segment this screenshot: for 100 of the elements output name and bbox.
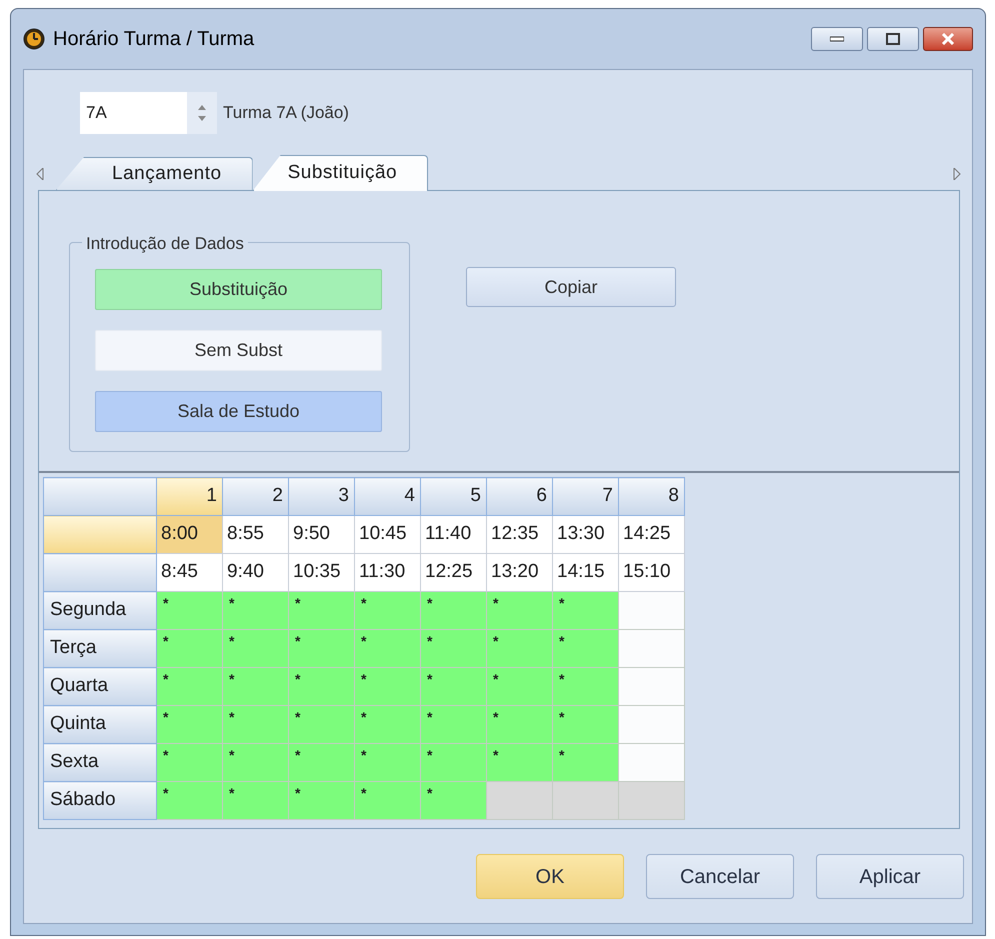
table-cell: * [288, 744, 354, 782]
table-cell: * [552, 744, 618, 782]
dialog-button[interactable]: Cancelar [646, 854, 794, 899]
maximize-button[interactable] [867, 27, 919, 51]
row-header: Segunda [44, 592, 156, 630]
table-cell: * [222, 744, 288, 782]
column-header: 1 [156, 478, 222, 516]
table-cell [618, 630, 684, 668]
column-header: 4 [354, 478, 420, 516]
table-cell: * [420, 782, 486, 820]
table-cell: 11:30 [354, 554, 420, 592]
table-cell: * [420, 668, 486, 706]
table-cell: 14:15 [552, 554, 618, 592]
column-header: 3 [288, 478, 354, 516]
table-cell: * [420, 744, 486, 782]
table-cell: * [354, 706, 420, 744]
table-cell: 12:25 [420, 554, 486, 592]
table-cell: * [552, 592, 618, 630]
window-title: Horário Turma / Turma [53, 27, 254, 52]
entry-button[interactable]: Sem Subst [95, 330, 382, 371]
column-header: 7 [552, 478, 618, 516]
table-cell: * [288, 706, 354, 744]
table-cell [618, 782, 684, 820]
table-cell: * [552, 706, 618, 744]
table-cell: * [486, 706, 552, 744]
column-header: 2 [222, 478, 288, 516]
table-cell: 13:30 [552, 516, 618, 554]
minimize-button[interactable] [811, 27, 863, 51]
table-cell: * [156, 630, 222, 668]
table-cell: 9:40 [222, 554, 288, 592]
maximize-icon [886, 33, 900, 45]
table-cell: * [486, 630, 552, 668]
table-cell: * [354, 668, 420, 706]
dialog-button[interactable]: Aplicar [816, 854, 964, 899]
minimize-icon [830, 36, 844, 42]
class-description: Turma 7A (João) [223, 102, 349, 124]
table-cell [618, 744, 684, 782]
table-cell: * [486, 668, 552, 706]
table-cell: * [420, 592, 486, 630]
class-spinner[interactable]: 7A [80, 92, 217, 134]
table-cell: * [486, 592, 552, 630]
close-button[interactable] [923, 27, 973, 51]
table-cell: * [354, 744, 420, 782]
table-cell: * [354, 782, 420, 820]
table-cell: 14:25 [618, 516, 684, 554]
clock-icon [23, 28, 45, 50]
column-header: 8 [618, 478, 684, 516]
copy-button[interactable]: Copiar [466, 267, 676, 307]
entry-button[interactable]: Substituição [95, 269, 382, 310]
down-arrow-icon[interactable] [198, 116, 206, 121]
row-header: Quarta [44, 668, 156, 706]
table-cell: * [222, 630, 288, 668]
table-cell: 8:55 [222, 516, 288, 554]
row-header: Sábado [44, 782, 156, 820]
table-cell: * [156, 744, 222, 782]
table-cell: 10:45 [354, 516, 420, 554]
table-cell: * [288, 592, 354, 630]
table-cell: * [420, 630, 486, 668]
table-cell: * [222, 782, 288, 820]
table-cell: * [552, 630, 618, 668]
table-cell: * [156, 782, 222, 820]
table-cell: * [156, 592, 222, 630]
table-cell: * [288, 630, 354, 668]
row-header: Quinta [44, 706, 156, 744]
close-icon [941, 33, 955, 45]
row-header: Terça [44, 630, 156, 668]
table-cell: * [222, 706, 288, 744]
table-cell [486, 782, 552, 820]
up-arrow-icon[interactable] [198, 105, 206, 110]
table-cell [552, 782, 618, 820]
table-cell: 10:35 [288, 554, 354, 592]
table-cell: * [486, 744, 552, 782]
table-cell: * [288, 668, 354, 706]
tab[interactable]: Lançamento [56, 157, 253, 190]
table-cell: * [552, 668, 618, 706]
table-cell: 9:50 [288, 516, 354, 554]
table-cell: * [156, 706, 222, 744]
table-cell: * [288, 782, 354, 820]
scroll-right-icon[interactable] [953, 168, 961, 180]
table-cell [618, 668, 684, 706]
table-cell: * [222, 668, 288, 706]
entry-button[interactable]: Sala de Estudo [95, 391, 382, 432]
table-cell: 11:40 [420, 516, 486, 554]
table-cell: 8:45 [156, 554, 222, 592]
table-cell: 15:10 [618, 554, 684, 592]
dialog-button[interactable]: OK [476, 854, 624, 899]
scroll-left-icon[interactable] [36, 168, 44, 180]
table-cell: * [420, 706, 486, 744]
table-cell: * [354, 630, 420, 668]
column-header: 5 [420, 478, 486, 516]
table-cell: * [354, 592, 420, 630]
column-header: 6 [486, 478, 552, 516]
table-cell: 8:00 [156, 516, 222, 554]
table-cell: * [156, 668, 222, 706]
table-cell: 13:20 [486, 554, 552, 592]
table-cell: 12:35 [486, 516, 552, 554]
tab[interactable]: Substituição [252, 155, 428, 191]
table-cell [618, 706, 684, 744]
row-header: Sexta [44, 744, 156, 782]
table-cell [618, 592, 684, 630]
